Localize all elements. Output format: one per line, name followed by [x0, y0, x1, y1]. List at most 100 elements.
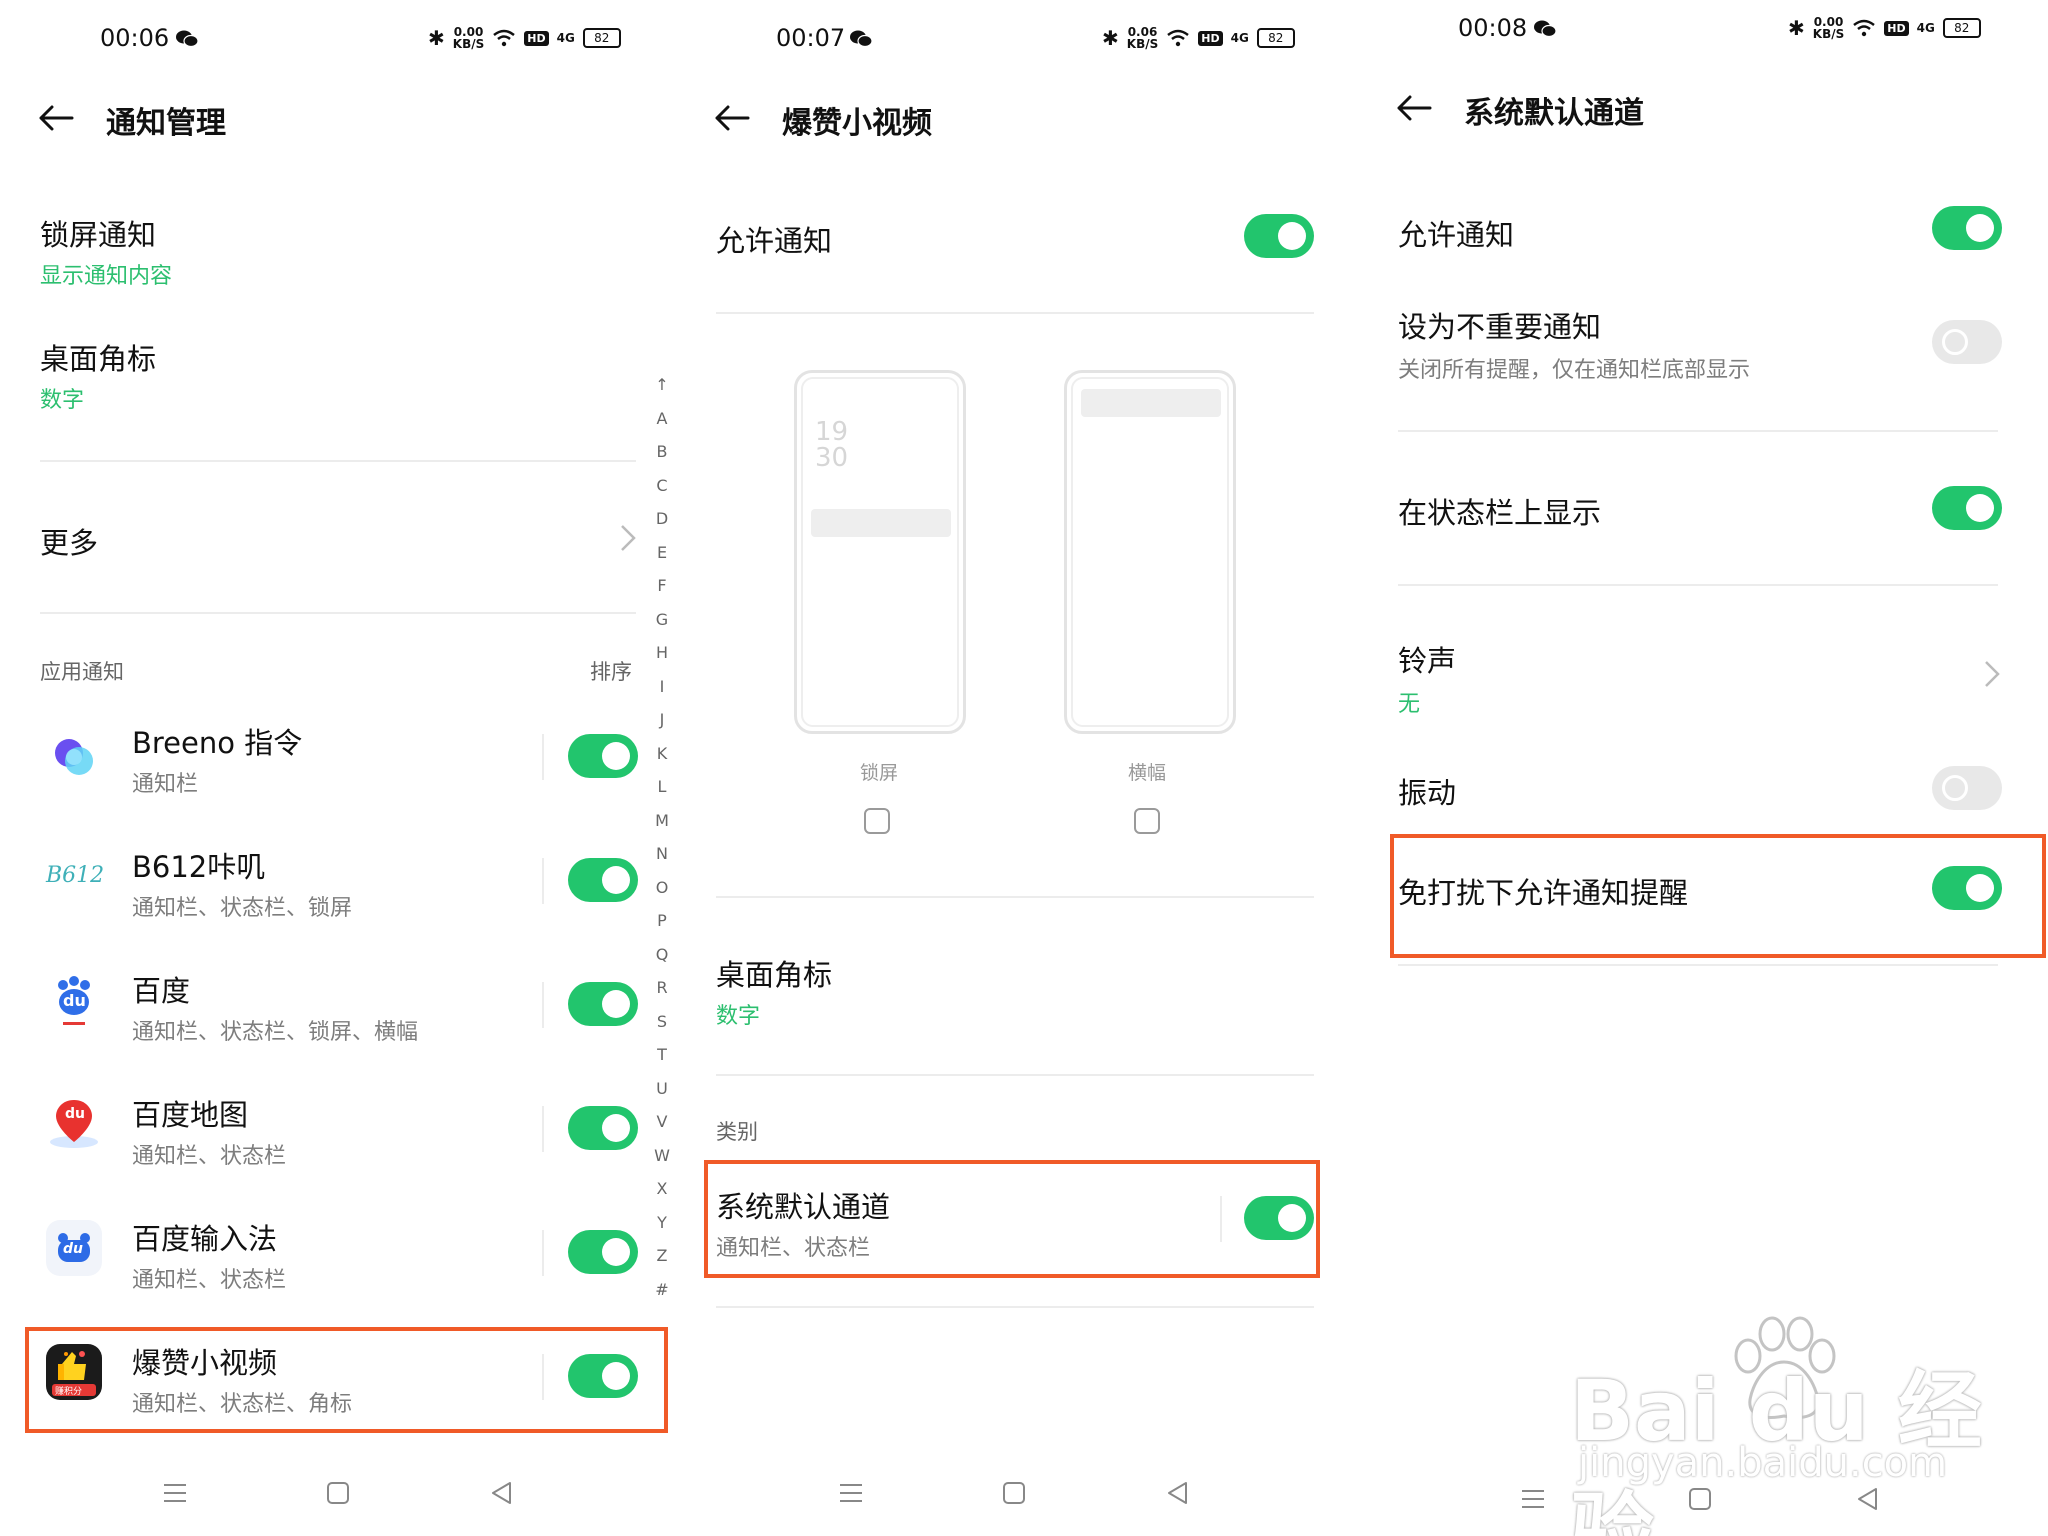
- divider: [40, 612, 636, 614]
- badge-value: 数字: [40, 388, 85, 413]
- highlight-box: [704, 1160, 1320, 1278]
- alphabet-index-letter[interactable]: J: [652, 703, 672, 737]
- back-nav-icon[interactable]: [1166, 1481, 1188, 1505]
- menu-nav-icon[interactable]: [162, 1482, 188, 1504]
- alphabet-index-letter[interactable]: O: [652, 871, 672, 905]
- alphabet-index-letter[interactable]: Q: [652, 938, 672, 972]
- alphabet-index-letter[interactable]: R: [652, 971, 672, 1005]
- breeno-app-icon: [46, 728, 102, 784]
- divider: [1398, 964, 1998, 966]
- divider: [716, 1074, 1314, 1076]
- toggle-baidu-ime[interactable]: [568, 1230, 638, 1274]
- app-desc: 通知栏、状态栏、锁屏、横幅: [132, 1020, 419, 1045]
- alphabet-index-letter[interactable]: S: [652, 1005, 672, 1039]
- toggle-vibrate[interactable]: [1932, 766, 2002, 810]
- home-nav-icon[interactable]: [1688, 1487, 1712, 1511]
- more-title: 更多: [40, 526, 99, 560]
- alphabet-index-letter[interactable]: F: [652, 569, 672, 603]
- app-desc: 通知栏、状态栏、锁屏: [132, 896, 353, 921]
- badge-title: 桌面角标: [716, 958, 833, 992]
- page-title: 爆赞小视频: [782, 106, 932, 141]
- lockscreen-checkbox[interactable]: [864, 808, 890, 834]
- ringtone-row[interactable]: [1354, 626, 2048, 726]
- signal-icon: 4G: [556, 31, 575, 45]
- category-label: 类别: [716, 1120, 758, 1144]
- highlight-box: [25, 1327, 668, 1433]
- home-nav-icon[interactable]: [326, 1481, 350, 1505]
- toggle-b612[interactable]: [568, 858, 638, 902]
- app-desc: 通知栏、状态栏: [132, 1268, 287, 1293]
- alphabet-index-letter[interactable]: C: [652, 469, 672, 503]
- hd-icon: HD: [1198, 30, 1223, 46]
- back-arrow-icon[interactable]: [714, 104, 750, 132]
- divider: [716, 896, 1314, 898]
- alphabet-index-letter[interactable]: L: [652, 770, 672, 804]
- toggle-breeno[interactable]: [568, 734, 638, 778]
- alphabet-index-letter[interactable]: E: [652, 536, 672, 570]
- baidu-ime-app-icon: du: [46, 1220, 102, 1276]
- back-nav-icon[interactable]: [1856, 1487, 1878, 1511]
- toggle-statusbar-display[interactable]: [1932, 486, 2002, 530]
- highlight-box: [1390, 834, 2046, 958]
- toggle-baidu-map[interactable]: [568, 1106, 638, 1150]
- wifi-icon: [1167, 29, 1190, 47]
- alphabet-index-letter[interactable]: W: [652, 1139, 672, 1173]
- app-desc: 通知栏: [132, 772, 199, 797]
- preview-clock: 19 30: [815, 417, 849, 473]
- hd-icon: HD: [1884, 20, 1909, 36]
- alphabet-index-letter[interactable]: H: [652, 636, 672, 670]
- alphabet-index-letter[interactable]: B: [652, 435, 672, 469]
- ringtone-value: 无: [1398, 692, 1421, 717]
- app-name: 百度地图: [132, 1098, 249, 1132]
- alphabet-index-letter[interactable]: ↑: [652, 368, 672, 402]
- status-time: 00:06: [100, 24, 170, 52]
- alphabet-index-letter[interactable]: T: [652, 1038, 672, 1072]
- alphabet-index-letter[interactable]: P: [652, 904, 672, 938]
- alphabet-index-letter[interactable]: Y: [652, 1206, 672, 1240]
- lockscreen-title: 锁屏通知: [40, 218, 157, 252]
- home-nav-icon[interactable]: [1002, 1481, 1026, 1505]
- toggle-baidu[interactable]: [568, 982, 638, 1026]
- panel-default-channel: 00:08 ✱ 0.00 KB/S HD 4G 82 系统默认通道 允许通知 设…: [1354, 0, 2048, 1536]
- preview-notification-bar: [811, 509, 951, 537]
- hd-icon: HD: [524, 30, 549, 46]
- alphabet-index-letter[interactable]: X: [652, 1172, 672, 1206]
- alphabet-index-letter[interactable]: K: [652, 737, 672, 771]
- back-arrow-icon[interactable]: [1396, 94, 1432, 122]
- alphabet-index-letter[interactable]: D: [652, 502, 672, 536]
- separator: [542, 858, 544, 904]
- battery-icon: 82: [582, 28, 621, 48]
- alphabet-index-letter[interactable]: G: [652, 603, 672, 637]
- banner-checkbox[interactable]: [1134, 808, 1160, 834]
- lockscreen-preview[interactable]: 19 30: [794, 370, 966, 734]
- alphabet-index-letter[interactable]: Z: [652, 1239, 672, 1273]
- menu-nav-icon[interactable]: [838, 1482, 864, 1504]
- alphabet-index-letter[interactable]: U: [652, 1072, 672, 1106]
- allow-notification-title: 允许通知: [716, 224, 833, 258]
- chevron-right-icon: [621, 525, 636, 551]
- toggle-unimportant[interactable]: [1932, 320, 2002, 364]
- toggle-allow-notification[interactable]: [1932, 206, 2002, 250]
- signal-icon: 4G: [1916, 21, 1935, 35]
- sort-button[interactable]: 排序: [590, 656, 632, 686]
- alphabet-index-letter[interactable]: I: [652, 670, 672, 704]
- alphabet-index-letter[interactable]: A: [652, 402, 672, 436]
- back-arrow-icon[interactable]: [38, 104, 74, 132]
- allow-notification-title: 允许通知: [1398, 218, 1515, 252]
- back-nav-icon[interactable]: [490, 1481, 512, 1505]
- wifi-icon: [493, 29, 516, 47]
- banner-preview-label: 横幅: [1128, 762, 1167, 784]
- lockscreen-value: 显示通知内容: [40, 264, 173, 289]
- divider: [716, 312, 1314, 314]
- divider: [1398, 584, 1998, 586]
- alphabet-index[interactable]: ↑ A B C D E F G H I J K L M N O P Q R S T U V W X Y Z #: [652, 368, 672, 1306]
- banner-preview[interactable]: [1064, 370, 1236, 734]
- alphabet-index-letter[interactable]: #: [652, 1273, 672, 1307]
- alphabet-index-letter[interactable]: V: [652, 1105, 672, 1139]
- bluetooth-icon: ✱: [1102, 26, 1119, 50]
- alphabet-index-letter[interactable]: N: [652, 837, 672, 871]
- page-title: 系统默认通道: [1464, 96, 1644, 131]
- menu-nav-icon[interactable]: [1520, 1488, 1546, 1510]
- alphabet-index-letter[interactable]: M: [652, 804, 672, 838]
- toggle-allow-notification[interactable]: [1244, 214, 1314, 258]
